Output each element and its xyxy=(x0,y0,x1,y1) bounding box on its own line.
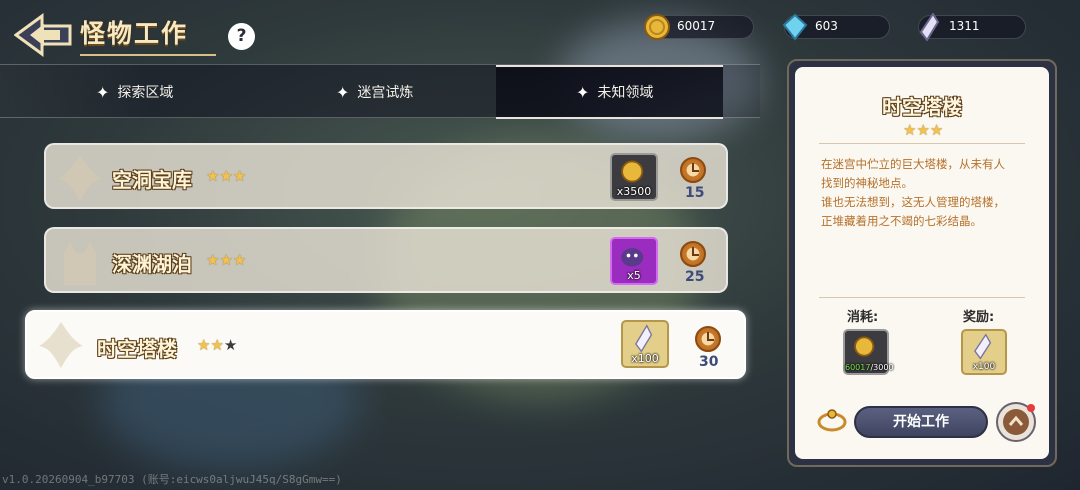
job-name: 时空塔楼 xyxy=(97,337,177,361)
chevron-up-icon xyxy=(1003,409,1029,435)
job-detail-card: 时空塔楼 ★ ★ ★ 在迷宫中伫立的巨大塔楼，从未有人 找到的神秘地点。 谁也无法想… xyxy=(795,67,1049,459)
job-name: 深渊湖泊 xyxy=(112,252,192,276)
cost-have: 60017 xyxy=(845,363,871,372)
sparkle-icon: ✦ xyxy=(96,82,110,102)
reward-label: 奖励: xyxy=(963,310,995,325)
back-arrow-icon[interactable] xyxy=(14,12,74,58)
gold-amount: 60017 xyxy=(677,19,716,33)
star-icon: ★ xyxy=(929,121,944,139)
star-icon: ★ xyxy=(219,251,233,269)
crystal-amount: 1311 xyxy=(949,19,980,33)
reward-item[interactable]: x5 xyxy=(610,237,658,285)
blue-gem-icon xyxy=(782,13,808,41)
star-rating: ★ ★ ★ xyxy=(206,251,246,269)
star-icon: ★ xyxy=(232,251,247,269)
star-icon: ★ xyxy=(210,336,224,354)
notification-dot xyxy=(1027,404,1035,412)
fleur-emblem-icon xyxy=(58,155,102,201)
job-row-abyss-lake[interactable]: 深渊湖泊 ★ ★ ★ x5 25 xyxy=(44,227,728,293)
description-line: 谁也无法想到，这无人管理的塔楼， xyxy=(821,195,1005,209)
star-icon: ★ xyxy=(916,121,930,139)
cost-need: /3000 xyxy=(870,363,894,372)
reward-preview-item[interactable]: x100 xyxy=(961,329,1007,375)
tab-explore-area[interactable]: ✦ 探索区域 xyxy=(96,65,173,119)
gold-coin-icon xyxy=(644,14,670,40)
category-tabs: ✦ 探索区域 ✦ 迷宫试炼 ✦ 未知领域 xyxy=(0,64,760,119)
reward-qty: x100 xyxy=(972,362,996,372)
star-empty-icon: ★ xyxy=(223,336,238,354)
star-icon: ★ xyxy=(206,251,220,269)
description-line: 在迷宫中伫立的巨大塔楼，从未有人 xyxy=(821,157,1005,171)
page-title-container: 怪物工作 xyxy=(80,14,217,56)
job-time: 25 xyxy=(685,269,705,285)
fox-statue-icon xyxy=(64,243,96,285)
reward-qty: x3500 xyxy=(616,185,652,198)
divider xyxy=(819,143,1025,144)
reward-item[interactable]: x100 xyxy=(621,320,669,368)
cost-label: 消耗: xyxy=(847,310,879,325)
star-icon: ★ xyxy=(903,121,917,139)
clock-icon xyxy=(680,157,706,183)
cost-qty: 60017/3000 xyxy=(845,363,894,372)
clock-icon xyxy=(680,241,706,267)
version-text: v1.0.20260904_b97703 (账号:eicws0aljwuJ45q… xyxy=(2,473,342,486)
sparkle-icon: ✦ xyxy=(336,82,350,102)
tab-maze-trial[interactable]: ✦ 迷宫试炼 xyxy=(336,65,413,119)
reward-qty: x5 xyxy=(627,269,641,282)
star-icon: ★ xyxy=(232,167,247,185)
start-work-button[interactable]: 开始工作 xyxy=(854,406,988,438)
gem-amount: 603 xyxy=(815,19,838,33)
detail-title: 时空塔楼 xyxy=(882,95,962,119)
sparkle-icon: ✦ xyxy=(576,82,590,102)
page-title: 怪物工作 xyxy=(80,19,189,48)
tab-label: 探索区域 xyxy=(117,85,174,101)
detail-star-rating: ★ ★ ★ xyxy=(903,121,943,139)
job-name: 空洞宝库 xyxy=(112,168,192,192)
description-line: 找到的神秘地点。 xyxy=(821,176,913,190)
job-row-spacetime-tower[interactable]: 时空塔楼 ★ ★ ★ x100 30 xyxy=(25,310,746,379)
tab-label: 未知领域 xyxy=(597,85,654,101)
auto-dispatch-button[interactable] xyxy=(996,402,1036,442)
job-time: 30 xyxy=(699,354,719,370)
star-icon: ★ xyxy=(219,167,233,185)
reward-qty: x100 xyxy=(631,352,659,365)
fleur-emblem-icon xyxy=(39,322,83,368)
cost-item[interactable]: 60017/3000 xyxy=(843,329,894,375)
star-rating: ★ ★ ★ xyxy=(197,336,237,354)
detail-description: 在迷宫中伫立的巨大塔楼，从未有人 找到的神秘地点。 谁也无法想到，这无人管理的塔… xyxy=(821,155,1041,231)
divider xyxy=(819,297,1025,298)
tab-label: 迷宫试炼 xyxy=(357,85,414,101)
star-icon: ★ xyxy=(197,336,211,354)
clock-icon xyxy=(695,326,721,352)
crystal-currency[interactable]: 1311 xyxy=(918,13,1026,41)
star-rating: ★ ★ ★ xyxy=(206,167,246,185)
ring-accessory-icon[interactable] xyxy=(816,408,848,434)
crystal-icon xyxy=(919,13,940,41)
reward-item[interactable]: x3500 xyxy=(610,153,658,201)
description-line: 正堆藏着用之不竭的七彩结晶。 xyxy=(821,214,982,228)
job-time: 15 xyxy=(685,185,705,201)
gem-currency[interactable]: 603 xyxy=(782,13,890,41)
tab-unknown-domain[interactable]: ✦ 未知领域 xyxy=(496,65,724,119)
help-button[interactable]: ? xyxy=(228,23,255,50)
star-icon: ★ xyxy=(206,167,220,185)
gold-currency[interactable]: 60017 xyxy=(644,14,754,40)
job-row-hollow-vault[interactable]: 空洞宝库 ★ ★ ★ x3500 15 xyxy=(44,143,728,209)
